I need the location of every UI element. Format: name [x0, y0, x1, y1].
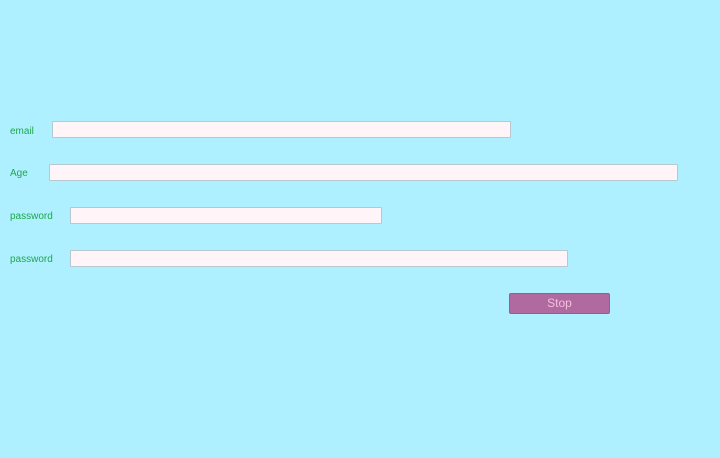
age-label: Age: [10, 168, 28, 179]
password-field[interactable]: [70, 207, 382, 224]
email-field[interactable]: [52, 121, 511, 138]
password-label: password: [10, 211, 53, 222]
age-field[interactable]: [49, 164, 678, 181]
confirm-password-field[interactable]: [70, 250, 568, 267]
stop-button[interactable]: Stop: [509, 293, 610, 314]
confirm-password-label: password: [10, 254, 53, 265]
signup-form: email Age password password Stop: [0, 0, 720, 458]
email-label: email: [10, 126, 34, 137]
